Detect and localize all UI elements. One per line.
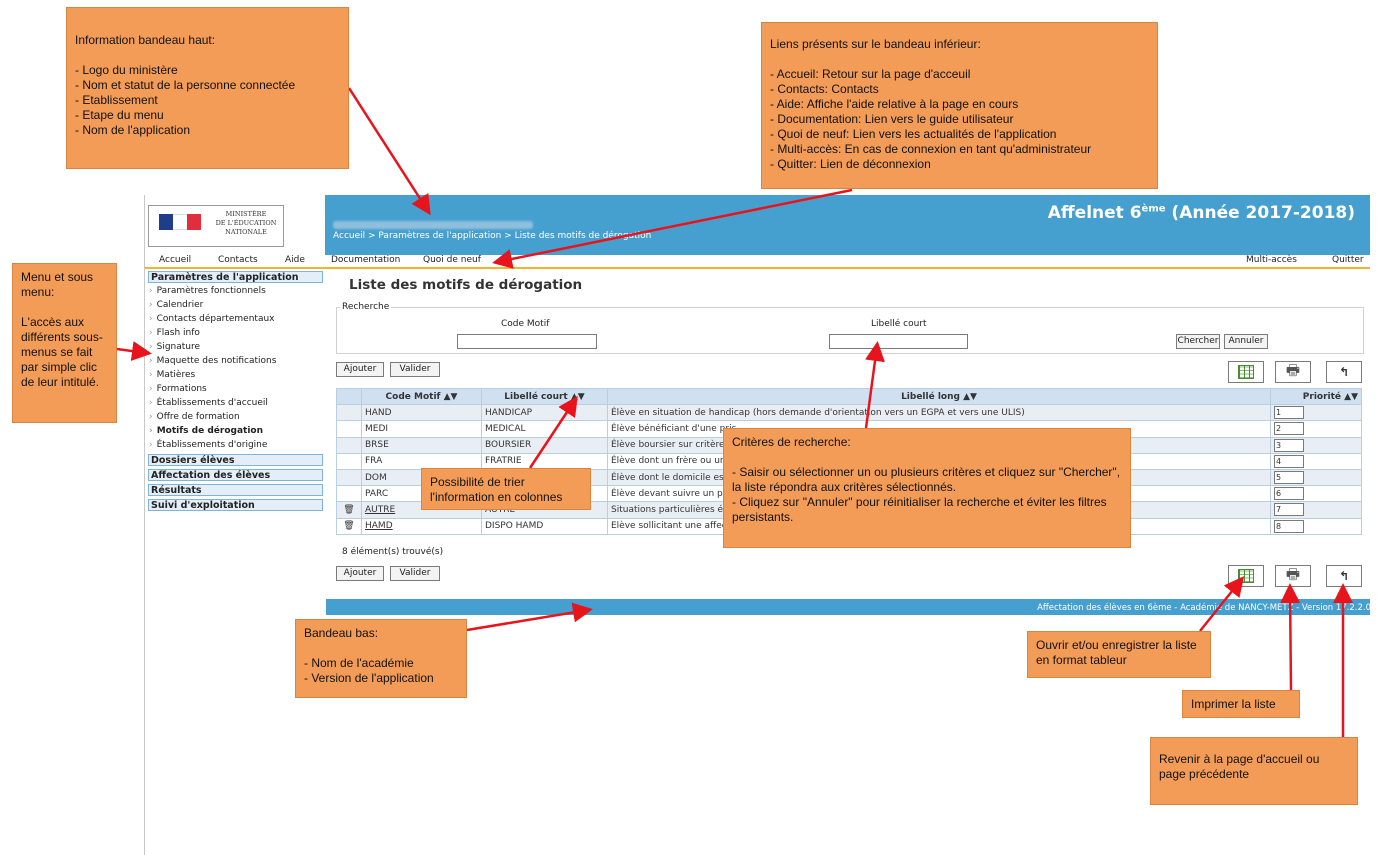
annotation-menu: Menu et sous menu: L'accès aux différent… <box>12 263 117 423</box>
arrow-tableur <box>1199 576 1245 632</box>
annotation-criteres: Critères de recherche: - Saisir ou sélec… <box>723 428 1131 548</box>
annotation-tableur: Ouvrir et/ou enregistrer la liste en for… <box>1027 631 1211 678</box>
arrow-bandeau-bas <box>466 602 593 632</box>
annotation-liens: Liens présents sur le bandeau inférieur:… <box>761 22 1158 189</box>
arrow-liens <box>492 188 853 269</box>
annotation-bandeau-haut: Information bandeau haut: - Logo du mini… <box>66 7 349 169</box>
arrow-tri <box>528 395 578 469</box>
arrow-imprimer <box>1280 583 1301 691</box>
annotation-tri: Possibilité de trier l'information en co… <box>421 468 591 510</box>
annotation-revenir: Revenir à la page d'accueil ou page préc… <box>1150 737 1358 805</box>
annotation-bandeau-bas: Bandeau bas: - Nom de l'académie - Versi… <box>295 619 467 698</box>
arrow-criteres <box>864 341 885 429</box>
arrow-bandeau-haut <box>347 87 431 216</box>
arrow-menu <box>116 341 152 361</box>
annotation-imprimer: Imprimer la liste <box>1182 690 1300 718</box>
